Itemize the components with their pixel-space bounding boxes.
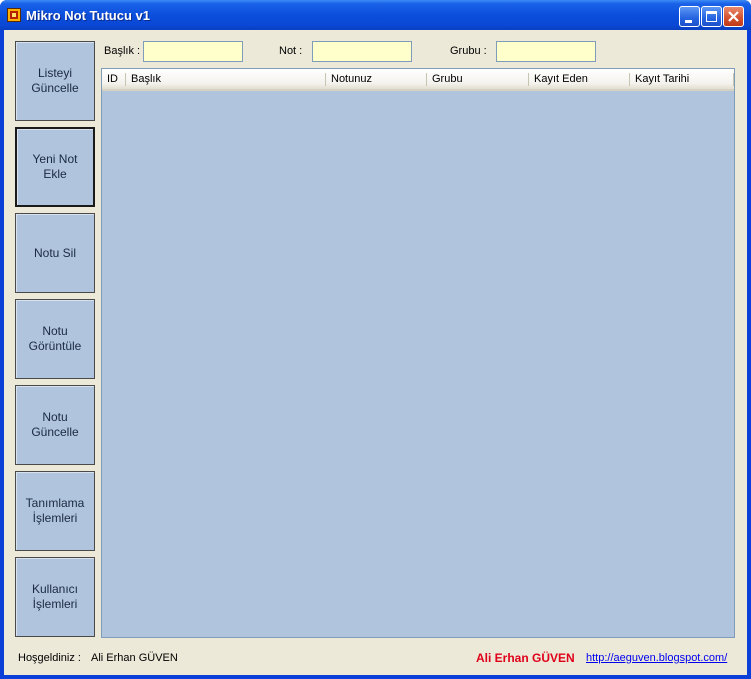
maximize-button[interactable] xyxy=(701,6,722,27)
column-header-title[interactable]: Başlık xyxy=(126,69,326,89)
welcome-label: Hoşgeldiniz : xyxy=(18,652,81,664)
notes-list-header: ID Başlık Notunuz Grubu Kayıt Eden Kayıt… xyxy=(102,69,734,91)
refresh-list-button[interactable]: Listeyi Güncelle xyxy=(15,41,95,121)
view-note-button[interactable]: Notu Görüntüle xyxy=(15,299,95,379)
window-title: Mikro Not Tutucu v1 xyxy=(26,8,150,23)
title-filter-label: Başlık : xyxy=(104,45,141,57)
user-operations-button[interactable]: Kullanıcı İşlemleri xyxy=(15,557,95,637)
minimize-button[interactable] xyxy=(679,6,700,27)
author-name: Ali Erhan GÜVEN xyxy=(476,651,575,665)
add-note-button[interactable]: Yeni Not Ekle xyxy=(15,127,95,207)
column-header-note[interactable]: Notunuz xyxy=(326,69,427,89)
group-filter-input[interactable] xyxy=(496,41,596,62)
app-window: Mikro Not Tutucu v1 Listeyi Güncelle Yen… xyxy=(0,0,751,679)
maximize-icon xyxy=(706,11,717,22)
note-filter-input[interactable] xyxy=(312,41,412,62)
author-website-link[interactable]: http://aeguven.blogspot.com/ xyxy=(586,652,727,664)
definitions-button[interactable]: Tanımlama İşlemleri xyxy=(15,471,95,551)
column-header-created-by[interactable]: Kayıt Eden xyxy=(529,69,630,89)
title-filter-input[interactable] xyxy=(143,41,243,62)
column-header-created-date[interactable]: Kayıt Tarihi xyxy=(630,69,734,89)
notes-list[interactable]: ID Başlık Notunuz Grubu Kayıt Eden Kayıt… xyxy=(101,68,735,638)
note-filter-label: Not : xyxy=(279,45,303,57)
group-filter-label: Grubu : xyxy=(450,45,487,57)
minimize-icon xyxy=(685,20,692,23)
app-icon[interactable] xyxy=(7,8,21,22)
close-button[interactable] xyxy=(723,6,744,27)
update-note-button[interactable]: Notu Güncelle xyxy=(15,385,95,465)
column-header-group[interactable]: Grubu xyxy=(427,69,529,89)
current-user-name: Ali Erhan GÜVEN xyxy=(91,652,178,664)
delete-note-button[interactable]: Notu Sil xyxy=(15,213,95,293)
column-header-id[interactable]: ID xyxy=(102,69,126,89)
client-area: Listeyi Güncelle Yeni Not Ekle Notu Sil … xyxy=(4,30,747,675)
title-bar[interactable]: Mikro Not Tutucu v1 xyxy=(0,0,751,30)
close-icon xyxy=(728,11,739,22)
